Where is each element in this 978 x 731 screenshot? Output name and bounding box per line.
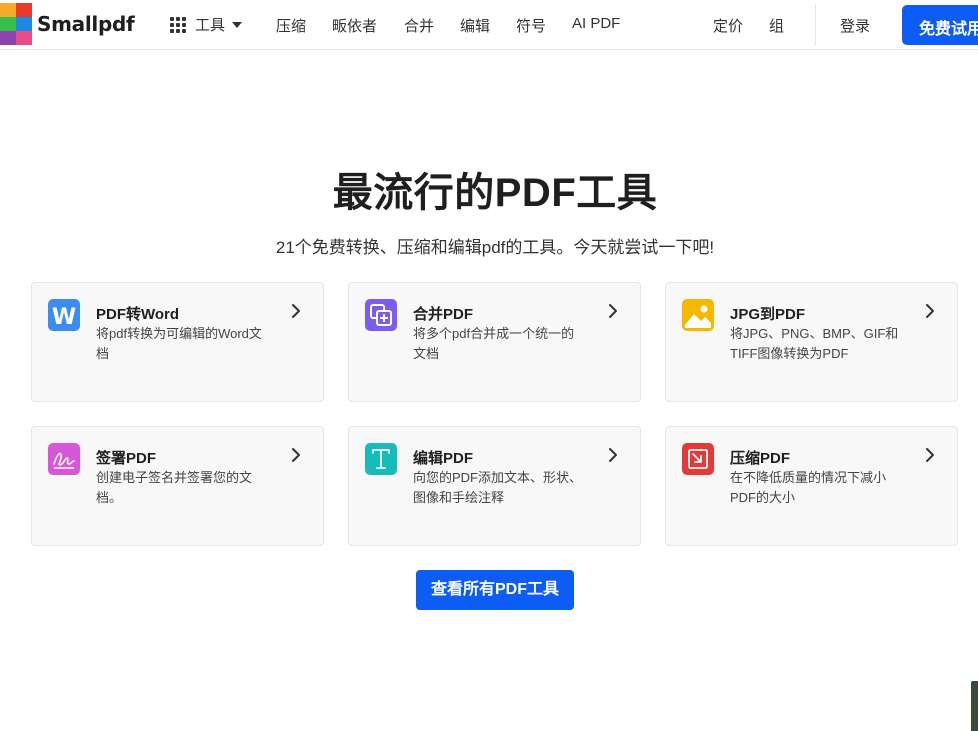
svg-text:W: W xyxy=(52,305,76,330)
image-icon xyxy=(682,299,714,331)
nav-edit[interactable]: 编辑 xyxy=(460,15,490,36)
card-description: 将多个pdf合并成一个统一的文档 xyxy=(413,326,575,361)
nav-convert[interactable]: 畈依者 xyxy=(332,15,377,36)
card-title: JPG到PDF xyxy=(730,306,806,323)
page-title: 最流行的PDF工具 xyxy=(332,171,658,215)
caret-down-icon xyxy=(232,21,243,28)
view-all-tools-button[interactable]: 查看所有PDF工具 xyxy=(416,570,574,610)
nav-compress[interactable]: 压缩 xyxy=(276,15,306,36)
card-description: 在不降低质量的情况下减小PDF的大小 xyxy=(730,470,887,505)
nav-teams[interactable]: 组 xyxy=(769,15,784,36)
tools-menu[interactable]: 工具 xyxy=(170,14,243,35)
nav-sign[interactable]: 符号 xyxy=(516,15,546,36)
card-title: PDF转Word xyxy=(96,306,180,323)
compress-icon xyxy=(682,443,714,475)
logo[interactable]: Smallpdf xyxy=(0,3,135,45)
nav-pricing[interactable]: 定价 xyxy=(713,15,743,36)
tools-label: 工具 xyxy=(195,17,226,34)
card-title: 合并PDF xyxy=(413,306,474,323)
tool-card-pdf-to-word[interactable]: W PDF转Word 将pdf转换为可编辑的Word文档 xyxy=(31,282,324,402)
tool-card-compress-pdf[interactable]: 压缩PDF 在不降低质量的情况下减小PDF的大小 xyxy=(665,426,958,546)
tool-card-jpg-to-pdf[interactable]: JPG到PDF 将JPG、PNG、BMP、GIF和TIFF图像转换为PDF xyxy=(665,282,958,402)
free-trial-button[interactable]: 免费试用 xyxy=(902,5,978,45)
chevron-right-icon xyxy=(292,304,300,318)
card-description: 将pdf转换为可编辑的Word文档 xyxy=(96,326,262,361)
tool-card-merge-pdf[interactable]: 合并PDF 将多个pdf合并成一个统一的文档 xyxy=(348,282,641,402)
card-description: 创建电子签名并签署您的文档。 xyxy=(96,470,253,505)
nav-merge[interactable]: 合并 xyxy=(404,15,434,36)
card-title: 编辑PDF xyxy=(413,450,474,467)
card-description: 向您的PDF添加文本、形状、图像和手绘注释 xyxy=(413,470,583,505)
tool-card-edit-pdf[interactable]: 编辑PDF 向您的PDF添加文本、形状、图像和手绘注释 xyxy=(348,426,641,546)
chevron-right-icon xyxy=(926,448,934,462)
chevron-right-icon xyxy=(609,448,617,462)
nav-divider xyxy=(815,4,816,46)
top-navbar: Smallpdf 工具 压缩 畈依者 合并 编辑 符号 AI PDF 定价 组 … xyxy=(0,0,978,50)
word-icon: W xyxy=(48,299,80,331)
logo-icon xyxy=(0,3,32,45)
text-icon xyxy=(365,443,397,475)
signature-icon xyxy=(48,443,80,475)
card-title: 签署PDF xyxy=(96,450,157,467)
chevron-right-icon xyxy=(926,304,934,318)
merge-icon xyxy=(365,299,397,331)
chevron-right-icon xyxy=(292,448,300,462)
chevron-right-icon xyxy=(609,304,617,318)
logo-text: Smallpdf xyxy=(37,12,135,36)
nav-ai-pdf[interactable]: AI PDF xyxy=(572,15,620,32)
login-link[interactable]: 登录 xyxy=(840,15,870,36)
grid-icon xyxy=(170,16,186,33)
tool-card-sign-pdf[interactable]: 签署PDF 创建电子签名并签署您的文档。 xyxy=(31,426,324,546)
card-description: 将JPG、PNG、BMP、GIF和TIFF图像转换为PDF xyxy=(730,326,899,361)
floating-widget[interactable] xyxy=(971,681,978,731)
card-title: 压缩PDF xyxy=(730,450,791,467)
page-subtitle: 21个免费转换、压缩和编辑pdf的工具。今天就尝试一下吧! xyxy=(275,238,715,257)
